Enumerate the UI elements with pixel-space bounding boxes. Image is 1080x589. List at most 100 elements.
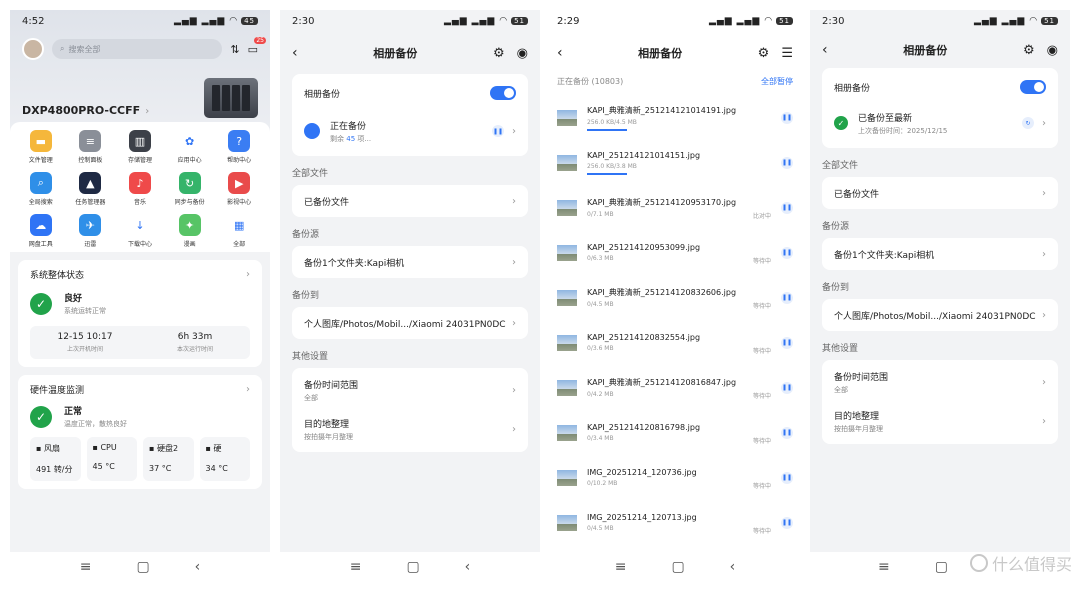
gear-icon[interactable]: ⚙ bbox=[493, 46, 505, 61]
app-tile[interactable]: ☁ 网盘工具 bbox=[16, 214, 66, 248]
backed-files-row[interactable]: 已备份文件 › bbox=[292, 185, 528, 217]
pause-icon[interactable]: ❚❚ bbox=[781, 156, 793, 169]
back-icon[interactable]: ‹ bbox=[292, 45, 298, 61]
file-size: 0/3.4 MB bbox=[587, 435, 614, 442]
source-row[interactable]: 备份1个文件夹:Kapi相机 › bbox=[292, 246, 528, 278]
battery-icon: 51 bbox=[511, 17, 528, 25]
chevron-right-icon: › bbox=[246, 269, 250, 280]
backup-progress-row[interactable]: 正在备份 剩余 45 项... ❚❚ › bbox=[304, 116, 516, 146]
back-icon[interactable]: ‹ bbox=[730, 559, 736, 575]
home-icon[interactable]: ▢ bbox=[671, 559, 684, 575]
app-tile[interactable]: ▲ 任务管理器 bbox=[66, 172, 116, 206]
app-tile[interactable]: ♪ 音乐 bbox=[115, 172, 165, 206]
backed-files-row[interactable]: 已备份文件 › bbox=[822, 177, 1058, 209]
app-tile[interactable]: ▬ 文件管理 bbox=[16, 130, 66, 164]
clock: 4:52 bbox=[22, 15, 45, 27]
menu-icon[interactable]: ≡ bbox=[350, 559, 362, 575]
pause-icon[interactable]: ❚❚ bbox=[781, 471, 793, 484]
destination-row[interactable]: 个人图库/Photos/Mobil.../Xiaomi 24031PN0DC › bbox=[292, 307, 528, 339]
page-title: 相册备份 bbox=[903, 44, 948, 57]
app-tile[interactable]: ▦ 全部 bbox=[214, 214, 264, 248]
time-range-row[interactable]: 备份时间范围 全部 › bbox=[834, 370, 1046, 395]
section-other: 其他设置 bbox=[822, 344, 859, 354]
list-item[interactable]: IMG_20251214_120713.jpg 0/4.5 MB 等待中 ❚❚ bbox=[545, 500, 805, 545]
time-range-row[interactable]: 备份时间范围 全部 › bbox=[304, 378, 516, 403]
source-row[interactable]: 备份1个文件夹:Kapi相机 › bbox=[822, 238, 1058, 270]
system-status-card[interactable]: 系统整体状态 › ✓ 良好 系统运转正常 12-15 10:17 上次开机时间 6h … bbox=[18, 260, 262, 367]
back-icon[interactable]: ‹ bbox=[465, 559, 471, 575]
app-tile[interactable]: ⌕ 全局搜索 bbox=[16, 172, 66, 206]
pause-icon[interactable]: ❚❚ bbox=[781, 111, 793, 124]
list-item[interactable]: KAPI_251214121014151.jpg 256.0 KB/3.8 MB ❚… bbox=[545, 140, 805, 185]
app-tile[interactable]: ? 帮助中心 bbox=[214, 130, 264, 164]
album-backup-card: 相册备份 ✓ 已备份至最新 上次备份时间：2025/12/15 ↻ › bbox=[822, 68, 1058, 148]
pause-icon[interactable]: ❚❚ bbox=[781, 381, 793, 394]
menu-icon[interactable]: ≡ bbox=[878, 559, 890, 575]
list-item[interactable]: KAPI_典雅清新_251214120816847.jpg 0/4.2 MB 等待中… bbox=[545, 365, 805, 410]
file-size: 256.0 KB/4.5 MB bbox=[587, 118, 637, 126]
app-tile[interactable]: ≡ 控制面板 bbox=[66, 130, 116, 164]
app-icon: ? bbox=[228, 130, 251, 152]
backup-queue-screen: 2:29 ▂▄▆ ▂▄▆ ◠ 51 ‹ 相册备份 ⚙ ☰ 正在备份 (10803) 全… bbox=[545, 10, 805, 552]
refresh-icon[interactable]: ↻ bbox=[1022, 117, 1034, 129]
home-icon[interactable]: ▢ bbox=[406, 559, 419, 575]
transfer-icon[interactable]: ⇅ bbox=[230, 43, 239, 56]
gear-icon[interactable]: ⚙ bbox=[758, 46, 770, 61]
pause-icon[interactable]: ❚❚ bbox=[781, 291, 793, 304]
app-icon: ▶ bbox=[228, 172, 251, 194]
message-icon[interactable]: ▭ 25 bbox=[248, 36, 266, 56]
shield-icon bbox=[304, 123, 320, 139]
pause-icon[interactable]: ❚❚ bbox=[781, 201, 793, 214]
list-item[interactable]: KAPI_251214120816798.jpg 0/3.4 MB 等待中 ❚❚ bbox=[545, 410, 805, 455]
list-icon[interactable]: ☰ bbox=[781, 46, 793, 61]
record-icon[interactable]: ◉ bbox=[1047, 43, 1058, 58]
app-tile[interactable]: ✈ 迅雷 bbox=[66, 214, 116, 248]
album-backup-toggle[interactable] bbox=[490, 86, 516, 100]
temperature-card[interactable]: 硬件温度监测 › ✓ 正常 温度正常，散热良好 ▪ 风扇 491 转/分 ▪ CPU 45… bbox=[18, 375, 262, 489]
search-input[interactable]: ⌕ 搜索全部 bbox=[52, 39, 223, 59]
home-icon[interactable]: ▢ bbox=[935, 559, 948, 575]
home-icon[interactable]: ▢ bbox=[136, 559, 149, 575]
pause-all-button[interactable]: 全部暂停 bbox=[761, 76, 793, 87]
gear-icon[interactable]: ⚙ bbox=[1023, 43, 1035, 58]
app-tile[interactable]: ▶ 影视中心 bbox=[214, 172, 264, 206]
pause-icon[interactable]: ❚❚ bbox=[781, 246, 793, 259]
list-item[interactable]: KAPI_251214120953099.jpg 0/6.3 MB 等待中 ❚❚ bbox=[545, 230, 805, 275]
app-tile[interactable]: ✦ 漫画 bbox=[165, 214, 215, 248]
back-icon[interactable]: ‹ bbox=[195, 559, 201, 575]
organize-row[interactable]: 目的地整理 按拍摄年月整理 › bbox=[834, 409, 1046, 434]
app-tile[interactable]: ↓ 下载中心 bbox=[115, 214, 165, 248]
back-icon[interactable]: ‹ bbox=[822, 42, 828, 58]
destination-row[interactable]: 个人图库/Photos/Mobil.../Xiaomi 24031PN0DC › bbox=[822, 299, 1058, 331]
list-item[interactable]: KAPI_典雅清新_251214120832606.jpg 0/4.5 MB 等待中… bbox=[545, 275, 805, 320]
pause-icon[interactable]: ❚❚ bbox=[492, 125, 504, 137]
nav-bar: ≡ ▢ ‹ bbox=[545, 555, 805, 579]
list-item[interactable]: IMG_20251214_120736.jpg 0/10.2 MB 等待中 ❚❚ bbox=[545, 455, 805, 500]
menu-icon[interactable]: ≡ bbox=[615, 559, 627, 575]
app-tile[interactable]: ▥ 存储管理 bbox=[115, 130, 165, 164]
nas-device-icon bbox=[204, 78, 258, 118]
menu-icon[interactable]: ≡ bbox=[80, 559, 92, 575]
pause-icon[interactable]: ❚❚ bbox=[781, 336, 793, 349]
pause-icon[interactable]: ❚❚ bbox=[781, 516, 793, 529]
album-backup-toggle[interactable] bbox=[1020, 80, 1046, 94]
watermark: 什么值得买 bbox=[969, 551, 1072, 575]
back-icon[interactable]: ‹ bbox=[557, 45, 563, 61]
app-icon: ▲ bbox=[79, 172, 102, 194]
watermark-logo-icon bbox=[969, 554, 988, 572]
list-item[interactable]: KAPI_251214120832554.jpg 0/3.6 MB 等待中 ❚❚ bbox=[545, 320, 805, 365]
pause-icon[interactable]: ❚❚ bbox=[781, 426, 793, 439]
list-item[interactable]: KAPI_典雅清新_251214121014191.jpg 256.0 KB/4.… bbox=[545, 95, 805, 140]
avatar[interactable] bbox=[22, 38, 44, 60]
list-item[interactable]: KAPI_典雅清新_251214120953170.jpg 0/7.1 MB 比对中… bbox=[545, 185, 805, 230]
app-tile[interactable]: ✿ 应用中心 bbox=[165, 130, 215, 164]
organize-row[interactable]: 目的地整理 按拍摄年月整理 › bbox=[304, 417, 516, 442]
clock: 2:30 bbox=[292, 15, 315, 27]
sensor-name: 风扇 bbox=[43, 444, 60, 453]
chevron-right-icon: › bbox=[1042, 309, 1046, 321]
device-header[interactable]: DXP4800PRO-CCFF › bbox=[10, 60, 270, 118]
chevron-right-icon: › bbox=[512, 424, 516, 435]
backup-status-row[interactable]: ✓ 已备份至最新 上次备份时间：2025/12/15 ↻ › bbox=[834, 108, 1046, 138]
app-tile[interactable]: ↻ 同步与备份 bbox=[165, 172, 215, 206]
record-icon[interactable]: ◉ bbox=[517, 46, 528, 61]
